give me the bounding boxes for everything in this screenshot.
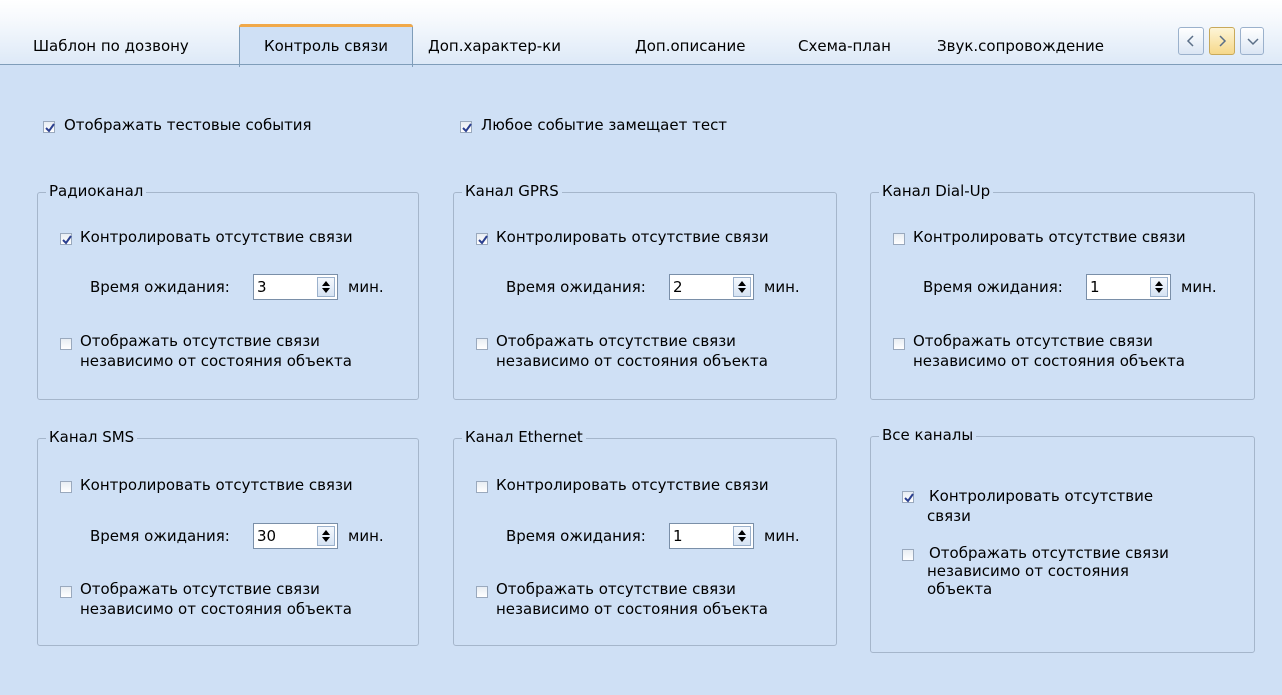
wait-time-label: Время ожидания: <box>923 278 1063 296</box>
wait-time-spinner[interactable]: 2 <box>669 274 754 300</box>
all-monitor-absence-checkbox[interactable] <box>902 491 914 503</box>
up-down-arrows-icon <box>738 281 746 293</box>
up-down-arrows-icon <box>322 281 330 293</box>
show-absence-checkbox[interactable] <box>476 338 488 350</box>
show-absence-label-line1: Отображать отсутствие связи <box>80 332 320 350</box>
checkmark-icon <box>462 123 472 133</box>
chevron-down-icon <box>1247 38 1259 46</box>
wait-time-label: Время ожидания: <box>90 278 230 296</box>
monitor-absence-label: Контролировать отсутствие связи <box>496 476 769 494</box>
group-radio-channel: Радиоканал Контролировать отсутствие свя… <box>37 182 419 400</box>
all-monitor-absence-label-line2: связи <box>927 507 971 525</box>
group-ethernet-channel: Канал Ethernet Контролировать отсутствие… <box>453 428 837 646</box>
monitor-absence-checkbox[interactable] <box>60 481 72 493</box>
show-absence-label-line1: Отображать отсутствие связи <box>80 580 320 598</box>
checkmark-icon <box>62 235 72 245</box>
monitor-absence-label: Контролировать отсутствие связи <box>80 228 353 246</box>
group-title: Радиоканал <box>46 182 147 200</box>
all-show-absence-label-line3: объекта <box>927 580 993 598</box>
tab-dial-template[interactable]: Шаблон по дозвону <box>33 27 189 65</box>
all-show-absence-checkbox[interactable] <box>902 549 914 561</box>
tab-list-dropdown-button[interactable] <box>1240 27 1264 55</box>
scroll-left-button[interactable] <box>1178 27 1204 55</box>
monitor-absence-checkbox[interactable] <box>893 233 905 245</box>
all-show-absence-label-line2: независимо от состояния <box>927 562 1129 580</box>
show-test-events-checkbox[interactable] <box>43 121 55 133</box>
minutes-unit: мин. <box>348 527 384 545</box>
show-absence-checkbox[interactable] <box>893 338 905 350</box>
scroll-right-button[interactable] <box>1209 27 1235 55</box>
any-event-replaces-test-label: Любое событие замещает тест <box>481 116 728 134</box>
show-absence-checkbox[interactable] <box>476 586 488 598</box>
show-absence-label-line2: независимо от состояния объекта <box>80 352 352 370</box>
monitor-absence-label: Контролировать отсутствие связи <box>80 476 353 494</box>
all-show-absence-label-line1: Отображать отсутствие связи <box>929 544 1169 562</box>
tab-floor-plan[interactable]: Схема-план <box>798 27 891 65</box>
monitor-absence-checkbox[interactable] <box>476 481 488 493</box>
group-title: Канал Ethernet <box>462 428 586 446</box>
show-absence-checkbox[interactable] <box>60 586 72 598</box>
wait-time-value: 3 <box>257 278 267 296</box>
group-title: Канал Dial-Up <box>879 182 994 200</box>
monitor-absence-checkbox[interactable] <box>60 233 72 245</box>
spinner-arrows[interactable] <box>317 526 335 546</box>
minutes-unit: мин. <box>1181 278 1217 296</box>
spinner-arrows[interactable] <box>733 526 751 546</box>
minutes-unit: мин. <box>764 527 800 545</box>
monitor-absence-label: Контролировать отсутствие связи <box>913 228 1186 246</box>
show-absence-label-line2: независимо от состояния объекта <box>496 352 768 370</box>
wait-time-label: Время ожидания: <box>506 278 646 296</box>
show-test-events-label: Отображать тестовые события <box>64 116 312 134</box>
group-all-channels: Все каналы Контролировать отсутствие свя… <box>870 426 1255 653</box>
group-title: Все каналы <box>879 426 977 444</box>
group-dialup-channel: Канал Dial-Up Контролировать отсутствие … <box>870 182 1255 400</box>
wait-time-spinner[interactable]: 1 <box>669 523 754 549</box>
wait-time-value: 1 <box>673 527 683 545</box>
up-down-arrows-icon <box>322 530 330 542</box>
wait-time-value: 30 <box>257 527 277 545</box>
checkmark-icon <box>45 123 55 133</box>
up-down-arrows-icon <box>738 530 746 542</box>
minutes-unit: мин. <box>764 278 800 296</box>
tab-extra-characteristics[interactable]: Доп.характер-ки <box>428 27 561 65</box>
wait-time-spinner[interactable]: 1 <box>1086 274 1171 300</box>
tab-extra-description[interactable]: Доп.описание <box>635 27 745 65</box>
group-title: Канал GPRS <box>462 182 562 200</box>
tab-sound[interactable]: Звук.сопровождение <box>937 27 1104 65</box>
monitor-absence-checkbox[interactable] <box>476 233 488 245</box>
tab-strip-border <box>0 64 1282 65</box>
spinner-arrows[interactable] <box>1150 277 1168 297</box>
any-event-replaces-test-checkbox[interactable] <box>460 121 472 133</box>
checkmark-icon <box>478 235 488 245</box>
show-absence-label-line2: независимо от состояния объекта <box>80 600 352 618</box>
wait-time-spinner[interactable]: 3 <box>253 274 338 300</box>
show-absence-label-line1: Отображать отсутствие связи <box>496 580 736 598</box>
show-absence-label-line2: независимо от состояния объекта <box>913 352 1185 370</box>
show-absence-label-line1: Отображать отсутствие связи <box>913 332 1153 350</box>
group-sms-channel: Канал SMS Контролировать отсутствие связ… <box>37 428 419 646</box>
up-down-arrows-icon <box>1155 281 1163 293</box>
spinner-arrows[interactable] <box>733 277 751 297</box>
chevron-right-icon <box>1219 35 1227 47</box>
chevron-left-icon <box>1186 35 1194 47</box>
show-absence-label-line2: независимо от состояния объекта <box>496 600 768 618</box>
show-absence-checkbox[interactable] <box>60 338 72 350</box>
wait-time-spinner[interactable]: 30 <box>253 523 338 549</box>
monitor-absence-label: Контролировать отсутствие связи <box>496 228 769 246</box>
wait-time-label: Время ожидания: <box>506 527 646 545</box>
minutes-unit: мин. <box>348 278 384 296</box>
group-gprs-channel: Канал GPRS Контролировать отсутствие свя… <box>453 182 837 400</box>
tab-connection-control[interactable]: Контроль связи <box>239 24 413 67</box>
all-monitor-absence-label-line1: Контролировать отсутствие <box>929 487 1154 505</box>
group-title: Канал SMS <box>46 428 138 446</box>
spinner-arrows[interactable] <box>317 277 335 297</box>
wait-time-value: 2 <box>673 278 683 296</box>
checkmark-icon <box>904 493 914 503</box>
wait-time-value: 1 <box>1090 278 1100 296</box>
wait-time-label: Время ожидания: <box>90 527 230 545</box>
show-absence-label-line1: Отображать отсутствие связи <box>496 332 736 350</box>
